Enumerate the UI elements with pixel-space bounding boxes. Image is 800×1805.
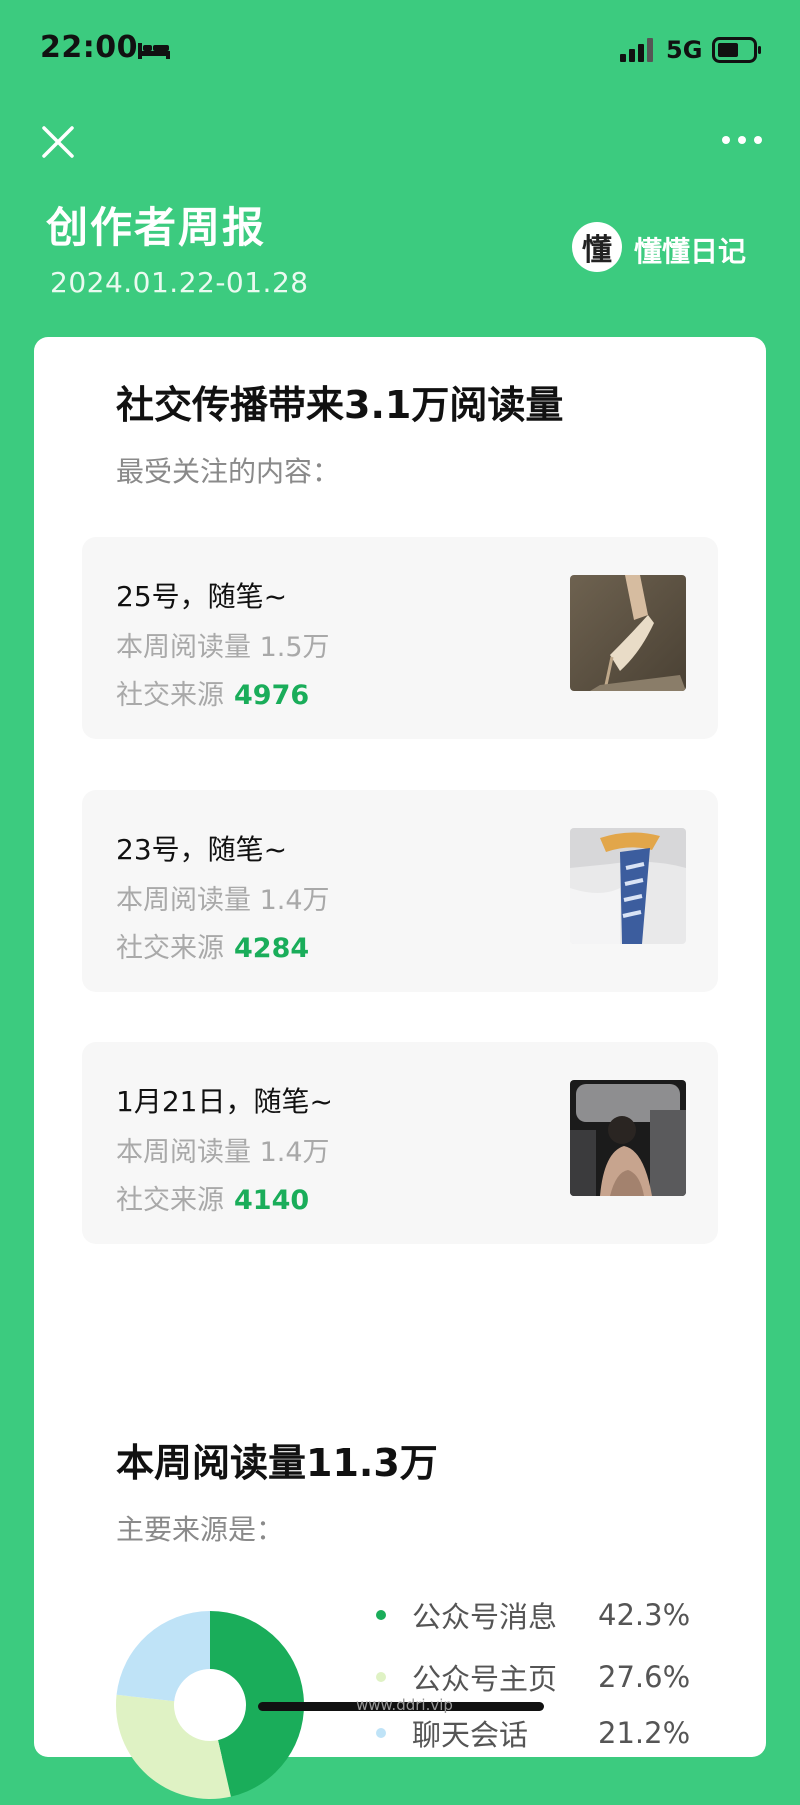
legend-item: 聊天会话 21.2% xyxy=(376,1712,690,1754)
account-name[interactable]: 懂懂日记 xyxy=(634,230,746,270)
donut-slice xyxy=(116,1611,210,1702)
car-photo-thumbnail xyxy=(570,1080,686,1196)
legend-item: 公众号主页 27.6% xyxy=(376,1656,690,1698)
item-title: 1月21日，随笔~ xyxy=(116,1085,333,1118)
legend-value: 21.2% xyxy=(598,1716,691,1750)
social-source-value: 4284 xyxy=(234,933,310,964)
legend-dot xyxy=(376,1610,386,1620)
legend-value: 42.3% xyxy=(598,1598,691,1632)
item-social-source: 社交来源 4284 xyxy=(116,926,309,965)
legend-label: 公众号主页 xyxy=(412,1662,558,1696)
social-section-title: 社交传播带来3.1万阅读量 xyxy=(116,383,564,427)
battery-icon xyxy=(712,37,761,63)
social-source-value: 4976 xyxy=(234,680,310,711)
item-weekly-reads: 本周阅读量 1.4万 xyxy=(116,885,330,916)
legend-label: 聊天会话 xyxy=(412,1718,529,1752)
content-item[interactable]: 1月21日，随笔~ 本周阅读量 1.4万 社交来源 4140 xyxy=(82,1042,718,1244)
social-source-label: 社交来源 xyxy=(116,1185,224,1216)
legend-dot xyxy=(376,1728,386,1738)
shoe-photo-thumbnail xyxy=(570,575,686,691)
legend-dot xyxy=(376,1672,386,1682)
item-title: 25号，随笔~ xyxy=(116,580,288,613)
social-source-value: 4140 xyxy=(234,1185,310,1216)
weekly-section-title: 本周阅读量11.3万 xyxy=(116,1441,438,1485)
sleep-mode-icon xyxy=(138,43,170,59)
page-title: 创作者周报 xyxy=(46,203,267,252)
scarf-photo-thumbnail xyxy=(570,828,686,944)
content-item[interactable]: 23号，随笔~ 本周阅读量 1.4万 社交来源 4284 xyxy=(82,790,718,992)
item-weekly-reads: 本周阅读量 1.4万 xyxy=(116,1137,330,1168)
report-date-range: 2024.01.22-01.28 xyxy=(50,266,309,299)
item-social-source: 社交来源 4140 xyxy=(116,1178,309,1217)
legend-item: 公众号消息 42.3% xyxy=(376,1594,690,1636)
more-options-icon[interactable] xyxy=(720,130,764,150)
legend-label: 公众号消息 xyxy=(412,1600,558,1634)
content-item[interactable]: 25号，随笔~ 本周阅读量 1.5万 社交来源 4976 xyxy=(82,537,718,739)
close-icon[interactable] xyxy=(40,124,76,160)
legend-value: 27.6% xyxy=(598,1660,691,1694)
watermark: www.ddri.vip xyxy=(356,1696,453,1714)
status-time: 22:00 xyxy=(40,30,138,65)
item-title: 23号，随笔~ xyxy=(116,833,288,866)
social-source-label: 社交来源 xyxy=(116,680,224,711)
account-avatar[interactable]: 懂 xyxy=(572,222,622,272)
social-source-label: 社交来源 xyxy=(116,933,224,964)
network-type: 5G xyxy=(666,36,703,64)
item-social-source: 社交来源 4976 xyxy=(116,673,309,712)
social-section-subtitle: 最受关注的内容： xyxy=(116,455,341,488)
donut-slice xyxy=(115,1694,231,1799)
item-weekly-reads: 本周阅读量 1.5万 xyxy=(116,632,330,663)
weekly-section-subtitle: 主要来源是： xyxy=(116,1513,285,1546)
cellular-signal-icon xyxy=(620,38,653,62)
